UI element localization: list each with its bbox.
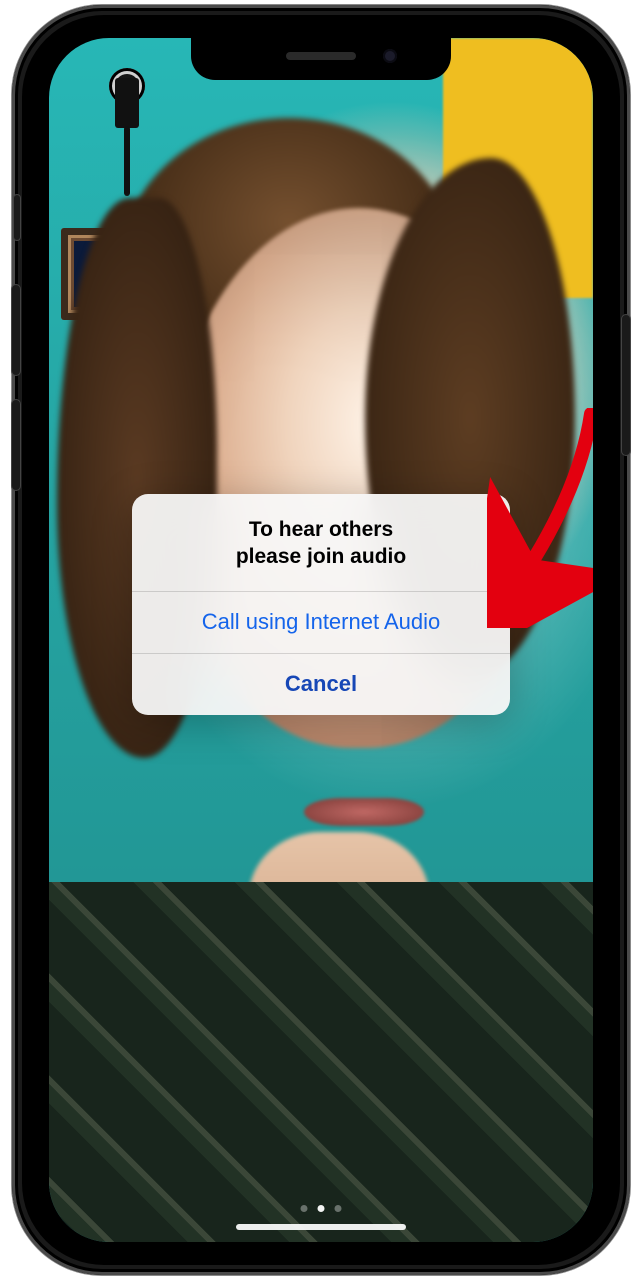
page-dot bbox=[318, 1205, 325, 1212]
speaker-grille bbox=[286, 52, 356, 60]
wall-clock bbox=[109, 50, 149, 200]
front-camera bbox=[383, 49, 397, 63]
call-internet-audio-button[interactable]: Call using Internet Audio bbox=[132, 591, 510, 653]
iphone-frame: To hear others please join audio Call us… bbox=[12, 5, 630, 1275]
side-button bbox=[622, 315, 630, 455]
page-indicator bbox=[301, 1205, 342, 1212]
cancel-button[interactable]: Cancel bbox=[132, 653, 510, 715]
page-dot bbox=[335, 1205, 342, 1212]
device-bezel: To hear others please join audio Call us… bbox=[22, 15, 620, 1265]
lips-shape bbox=[304, 798, 424, 826]
mute-switch bbox=[14, 195, 20, 240]
shirt-shape bbox=[49, 882, 593, 1242]
dialog-message-line: please join audio bbox=[236, 545, 406, 568]
volume-down-button bbox=[12, 400, 20, 490]
notch bbox=[191, 38, 451, 80]
volume-up-button bbox=[12, 285, 20, 375]
dialog-message-line: To hear others bbox=[249, 518, 393, 541]
dialog-message: To hear others please join audio bbox=[132, 494, 510, 591]
page-dot bbox=[301, 1205, 308, 1212]
screen: To hear others please join audio Call us… bbox=[49, 38, 593, 1242]
join-audio-dialog: To hear others please join audio Call us… bbox=[132, 494, 510, 715]
home-indicator[interactable] bbox=[236, 1224, 406, 1230]
